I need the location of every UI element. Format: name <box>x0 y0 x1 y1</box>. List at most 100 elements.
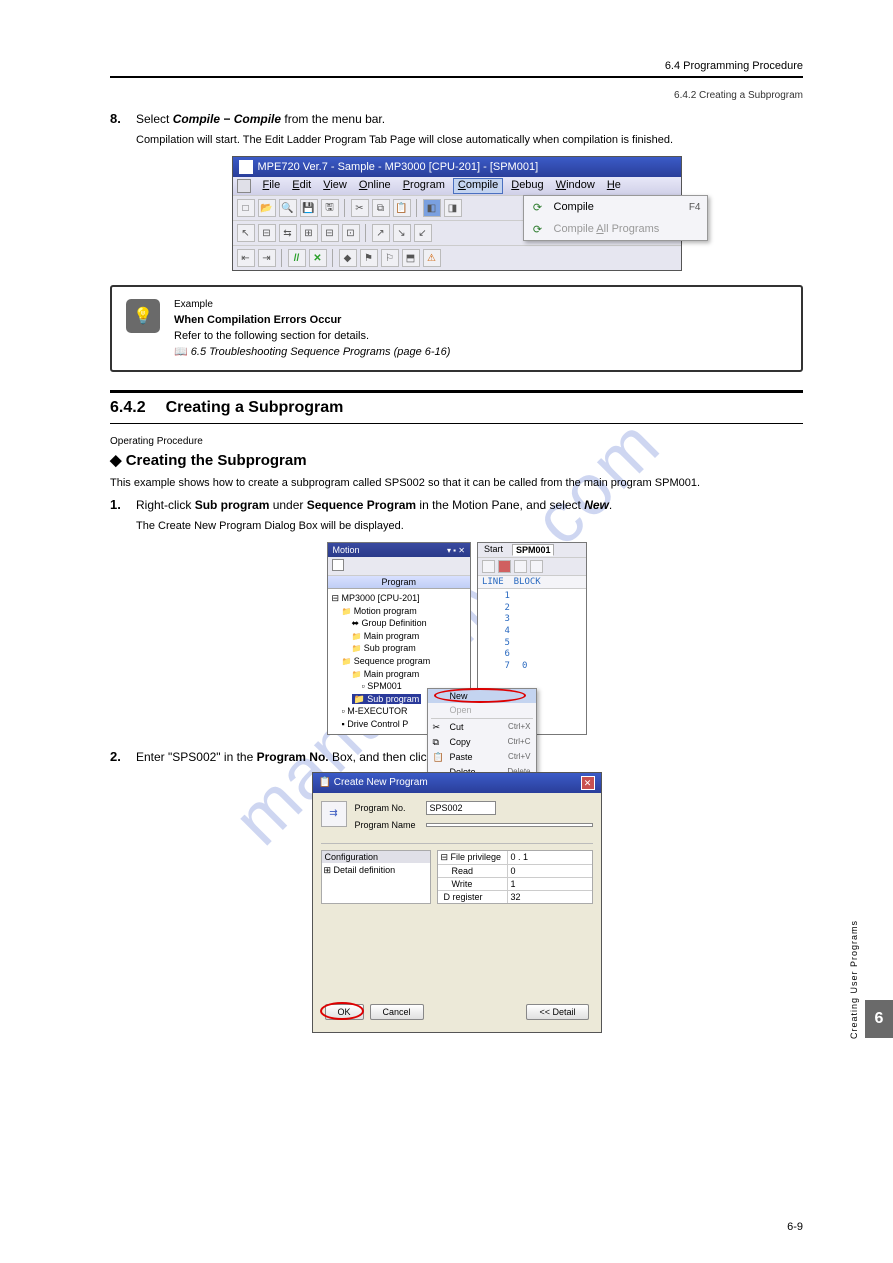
close-icon[interactable]: ✕ <box>581 776 595 790</box>
ed-icon2[interactable] <box>498 560 511 573</box>
tree-group-def[interactable]: ⬌ Group Definition <box>332 617 466 630</box>
program-name-label: Program Name <box>355 820 420 830</box>
dropdown-compile[interactable]: ⟳ Compile F4 <box>524 196 707 218</box>
arrow3-icon[interactable]: ↙ <box>414 224 432 242</box>
header-icon[interactable]: ⊟ <box>258 224 276 242</box>
col-line: LINE <box>482 577 504 587</box>
menu-file[interactable]: File <box>263 179 281 193</box>
paste-icon: 📋 <box>433 752 445 763</box>
rung1-icon[interactable]: ⊞ <box>300 224 318 242</box>
ctx-open: Open <box>428 703 536 717</box>
menu-view[interactable]: View <box>323 179 347 193</box>
ed-icon4[interactable] <box>530 560 543 573</box>
motion-title: Motion <box>333 545 360 555</box>
tab-start[interactable]: Start <box>481 544 506 556</box>
arrow2-icon[interactable]: ↘ <box>393 224 411 242</box>
marker-icon[interactable]: ◆ <box>339 249 357 267</box>
motion-pane-screenshot: Motion ▾ ▪ ✕ Program ⊟ MP3000 [CPU-201] … <box>327 542 587 735</box>
detail-definition[interactable]: Detail definition <box>334 865 396 875</box>
breadcrumb: 6.4.2 Creating a Subprogram <box>110 90 803 101</box>
compile-dropdown: ⟳ Compile F4 ⟳ Compile All Programs <box>523 195 708 241</box>
pane-controls[interactable]: ▾ ▪ ✕ <box>447 546 465 555</box>
flag1-icon[interactable]: ⚑ <box>360 249 378 267</box>
header-section-path: 6.4 Programming Procedure <box>110 60 803 72</box>
toggle-icon[interactable]: ⇆ <box>279 224 297 242</box>
step2-number: 2. <box>110 749 128 764</box>
flag3-icon[interactable]: ⬒ <box>402 249 420 267</box>
new-icon[interactable]: □ <box>237 199 255 217</box>
step1-number: 1. <box>110 497 128 512</box>
menu-online[interactable]: Online <box>359 179 391 193</box>
tab-spm001[interactable]: SPM001 <box>512 544 555 556</box>
arrow1-icon[interactable]: ↗ <box>372 224 390 242</box>
menu-window[interactable]: Window <box>556 179 595 193</box>
arrow-icon[interactable]: ↖ <box>237 224 255 242</box>
indent-out-icon[interactable]: ⇤ <box>237 249 255 267</box>
ok-button[interactable]: OK <box>325 1004 364 1020</box>
tree-sequence-program[interactable]: Sequence program <box>332 655 466 668</box>
step1-text: Right-click Sub program under Sequence P… <box>136 498 612 512</box>
creating-subprogram-heading: ◆ Creating the Subprogram <box>110 451 803 469</box>
cross-icon[interactable]: ✕ <box>309 249 327 267</box>
menu-edit[interactable]: Edit <box>292 179 311 193</box>
step8-body: Compilation will start. The Edit Ladder … <box>136 134 803 146</box>
paste-icon[interactable]: 📋 <box>393 199 411 217</box>
tree-root[interactable]: ⊟ MP3000 [CPU-201] <box>332 592 466 605</box>
flag2-icon[interactable]: ⚐ <box>381 249 399 267</box>
rung2-icon[interactable]: ⊟ <box>321 224 339 242</box>
copy-icon: ⧉ <box>433 737 445 748</box>
save-all-icon[interactable]: 🖫 <box>321 199 339 217</box>
tool2-icon[interactable]: ◨ <box>444 199 462 217</box>
ctx-paste[interactable]: 📋 Paste Ctrl+V <box>428 750 536 765</box>
ed-icon3[interactable] <box>514 560 527 573</box>
detail-button[interactable]: << Detail <box>526 1004 588 1020</box>
step8-text: Select Compile − Compile from the menu b… <box>136 112 385 126</box>
section-number: 6.4.2 <box>110 399 146 417</box>
copy-icon[interactable]: ⧉ <box>372 199 390 217</box>
rung3-icon[interactable]: ⊡ <box>342 224 360 242</box>
ctx-new[interactable]: New <box>428 689 536 703</box>
find-icon[interactable]: 🔍 <box>279 199 297 217</box>
tree-sub-program[interactable]: Sub program <box>332 642 466 655</box>
compile-all-icon: ⟳ <box>530 221 546 237</box>
menu-debug[interactable]: Debug <box>511 179 543 193</box>
callout-body-text: Refer to the following section for detai… <box>174 330 450 342</box>
indent-in-icon[interactable]: ⇥ <box>258 249 276 267</box>
create-new-program-dialog: 📋 Create New Program ✕ ⇉ Program No. SPS… <box>312 772 602 1033</box>
program-type-icon: ⇉ <box>321 801 347 827</box>
ctx-cut[interactable]: ✂ Cut Ctrl+X <box>428 720 536 735</box>
cut-icon[interactable]: ✂ <box>351 199 369 217</box>
program-header: Program <box>328 576 470 589</box>
ed-icon1[interactable] <box>482 560 495 573</box>
menu-program[interactable]: Program <box>403 179 445 193</box>
window-title: MPE720 Ver.7 - Sample - MP3000 [CPU-201]… <box>258 161 539 173</box>
tree-main-program[interactable]: Main program <box>332 630 466 643</box>
col-block: BLOCK <box>514 577 541 587</box>
warn-icon[interactable]: ⚠ <box>423 249 441 267</box>
menu-help[interactable]: He <box>607 179 621 193</box>
cancel-button[interactable]: Cancel <box>370 1004 424 1020</box>
open-icon[interactable]: 📂 <box>258 199 276 217</box>
dropdown-compile-all: ⟳ Compile All Programs <box>524 218 707 240</box>
ctx-copy[interactable]: ⧉ Copy Ctrl+C <box>428 735 536 750</box>
example-callout: 💡 Example When Compilation Errors Occur … <box>110 285 803 372</box>
program-no-label: Program No. <box>355 803 420 813</box>
dialog-title: 📋 Create New Program <box>319 777 428 788</box>
play-icon[interactable]: // <box>288 249 306 267</box>
section-title: Creating a Subprogram <box>166 399 344 417</box>
page-number: 6-9 <box>787 1221 803 1233</box>
tool-icon[interactable]: ◧ <box>423 199 441 217</box>
tree-motion-program[interactable]: Motion program <box>332 605 466 618</box>
editor-body[interactable]: 1 2 3 4 5 6 70 <box>478 589 586 675</box>
tree-main-program2[interactable]: Main program <box>332 668 466 681</box>
save-icon[interactable]: 💾 <box>300 199 318 217</box>
app-icon <box>239 160 253 174</box>
operating-procedure-label: Operating Procedure <box>110 436 803 447</box>
program-name-input[interactable] <box>426 823 593 827</box>
program-no-input[interactable]: SPS002 <box>426 801 496 815</box>
config-tree[interactable]: Configuration ⊞ Detail definition <box>321 850 431 904</box>
compile-icon: ⟳ <box>530 199 546 215</box>
menu-compile[interactable]: Compile <box>453 178 503 194</box>
tree-tool-icon[interactable] <box>332 559 344 571</box>
callout-title: When Compilation Errors Occur <box>174 314 450 326</box>
